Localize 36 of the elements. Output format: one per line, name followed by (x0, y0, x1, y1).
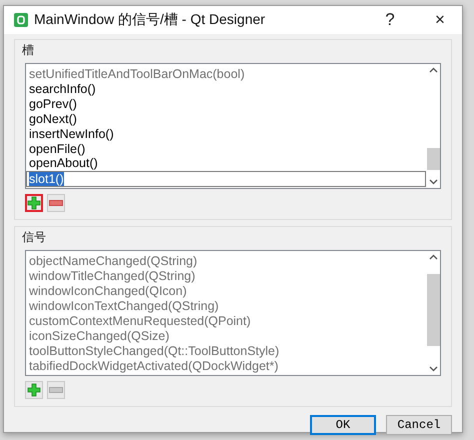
list-item[interactable]: searchInfo() (29, 82, 426, 97)
add-button[interactable] (25, 380, 43, 399)
list-item[interactable]: objectNameChanged(QString) (29, 254, 426, 270)
list-item[interactable]: windowIconTextChanged(QString) (29, 299, 426, 314)
minus-icon (49, 386, 63, 393)
list-item[interactable]: toolButtonStyleChanged(Qt::ToolButtonStyle) (29, 344, 426, 359)
remove-button[interactable] (47, 194, 65, 212)
signals-list[interactable] (25, 250, 441, 376)
edit-field[interactable]: slot1() (26, 171, 426, 188)
plus-icon (27, 196, 41, 210)
window-title: MainWindow 的信号/槽 - Qt Designer (34, 11, 266, 29)
list-item[interactable]: openAbout() (29, 156, 426, 172)
cancel-button[interactable]: Cancel (386, 414, 452, 435)
list-item[interactable]: insertNewInfo() (29, 126, 426, 142)
group-title: 槽 (22, 42, 35, 59)
ok-button[interactable]: OK (310, 414, 376, 435)
list-item[interactable]: iconSizeChanged(QSize) (29, 328, 426, 344)
list-item[interactable]: setUnifiedTitleAndToolBarOnMac(bool) (29, 67, 426, 82)
close-button[interactable]: × (418, 6, 462, 34)
scroll-thumb[interactable] (426, 274, 440, 346)
list-item[interactable]: windowTitleChanged(QString) (29, 269, 426, 284)
help-button[interactable]: ? (368, 6, 412, 34)
add-button[interactable] (25, 194, 43, 212)
plus-icon (27, 382, 41, 397)
list-item[interactable]: tabifiedDockWidgetActivated(QDockWidget*) (29, 358, 426, 374)
app-icon (14, 13, 28, 27)
group-title: 信号 (22, 229, 47, 246)
list-item[interactable]: customContextMenuRequested(QPoint) (29, 314, 426, 329)
scroll-thumb[interactable] (426, 148, 440, 170)
slots-list[interactable]: setUnifiedTitleAndToolBarOnMac(bool) searchInfo() goPrev() goNext() insertNewInfo() openFile() openAbout() slot1() (25, 63, 441, 190)
minus-icon (49, 200, 63, 206)
list-item[interactable]: openFile() (29, 142, 426, 156)
list-item[interactable]: goNext() (29, 112, 426, 127)
list-item[interactable]: windowIconChanged(QIcon) (29, 284, 426, 300)
scrollbar[interactable] (426, 252, 440, 374)
list-item[interactable]: goPrev() (29, 96, 426, 112)
